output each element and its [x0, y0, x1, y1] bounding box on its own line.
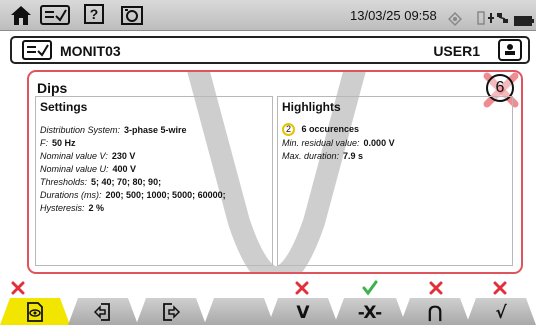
disabled-x-icon: [11, 281, 25, 295]
home-icon[interactable]: [8, 4, 34, 26]
highlight-label: Min. residual value:: [282, 138, 360, 148]
disabled-x-icon: [429, 281, 443, 295]
bottom-tab-bar: V -X- ⋂ √: [0, 298, 536, 325]
export-icon: [161, 302, 181, 322]
highlight-label: Max. duration:: [282, 151, 340, 161]
setting-value: 50 Hz: [52, 138, 76, 148]
setting-value: 200; 500; 1000; 5000; 60000;: [105, 190, 226, 200]
checklist-icon: [22, 40, 52, 60]
setting-label: Hysteresis:: [40, 203, 85, 213]
user-name: USER1: [433, 43, 480, 59]
dips-tab-label: V: [296, 303, 310, 323]
settings-panel: Settings Distribution System: 3-phase 5-w…: [35, 96, 273, 266]
occurrences-row: 2 6 occurences: [282, 123, 359, 136]
setting-label: Nominal value U:: [40, 164, 109, 174]
status-bar: ? 13/03/25 09:58: [0, 0, 536, 31]
setting-label: Durations (ms):: [40, 190, 102, 200]
tab-swells[interactable]: ⋂: [400, 298, 470, 325]
settings-title: Settings: [40, 100, 88, 114]
setting-row: Distribution System: 3-phase 5-wire: [40, 125, 187, 135]
checklist-icon[interactable]: [40, 4, 70, 26]
tab-interruptions[interactable]: -X-: [334, 298, 406, 325]
network-icon: [477, 11, 508, 25]
camera-icon[interactable]: [120, 4, 144, 26]
tab-empty: [204, 298, 274, 325]
setting-row: Nominal value V: 230 V: [40, 151, 135, 161]
datetime: 13/03/25 09:58: [350, 8, 437, 23]
setting-row: Hysteresis: 2 %: [40, 203, 104, 213]
tab-transients[interactable]: √: [466, 298, 536, 325]
page-title: MONIT03: [60, 43, 121, 59]
help-icon[interactable]: ?: [84, 4, 104, 24]
setting-value: 400 V: [112, 164, 137, 174]
sync-icon: [448, 11, 462, 27]
tab-import[interactable]: [68, 298, 138, 325]
setting-value: 3-phase 5-wire: [124, 125, 187, 135]
enabled-check-icon: [362, 280, 378, 296]
panel-title: Dips: [37, 80, 68, 96]
setting-value: 2 %: [88, 203, 105, 213]
setting-value: 5; 40; 70; 80; 90;: [91, 177, 162, 187]
setting-row: Nominal value U: 400 V: [40, 164, 136, 174]
highlights-panel: Highlights 2 6 occurences Min. residual …: [277, 96, 513, 266]
highlight-row: Max. duration: 7.9 s: [282, 151, 363, 161]
user-icon[interactable]: [498, 39, 522, 61]
view-doc-icon: [26, 302, 44, 322]
setting-label: Nominal value V:: [40, 151, 108, 161]
tab-export[interactable]: [136, 298, 206, 325]
tab-view[interactable]: [0, 298, 70, 325]
highlights-title: Highlights: [282, 100, 341, 114]
occurrences-count: 6 occurences: [301, 123, 360, 134]
setting-label: Thresholds:: [40, 177, 88, 187]
battery-icon: [514, 16, 534, 26]
highlight-value: 7.9 s: [343, 151, 364, 161]
setting-label: Distribution System:: [40, 125, 121, 135]
setting-label: F:: [40, 138, 48, 148]
tab-dips[interactable]: V: [268, 298, 338, 325]
setting-row: F: 50 Hz: [40, 138, 76, 148]
setting-value: 230 V: [111, 151, 136, 161]
highlight-row: Min. residual value: 0.000 V: [282, 138, 395, 148]
highlight-value: 0.000 V: [363, 138, 395, 148]
config-header: MONIT03 USER1: [10, 36, 530, 64]
interruptions-tab-label: -X-: [357, 303, 383, 323]
disabled-x-icon: [493, 281, 507, 295]
transients-tab-label: √: [495, 303, 507, 323]
import-icon: [93, 302, 113, 322]
swells-tab-label: ⋂: [427, 303, 443, 323]
occurrence-badge: 2: [282, 123, 295, 136]
dips-panel: Dips 6 Settings Distribution System: 3-ph…: [27, 70, 523, 274]
setting-row: Thresholds: 5; 40; 70; 80; 90;: [40, 177, 161, 187]
disabled-x-icon: [295, 281, 309, 295]
setting-row: Durations (ms): 200; 500; 1000; 5000; 600…: [40, 190, 226, 200]
